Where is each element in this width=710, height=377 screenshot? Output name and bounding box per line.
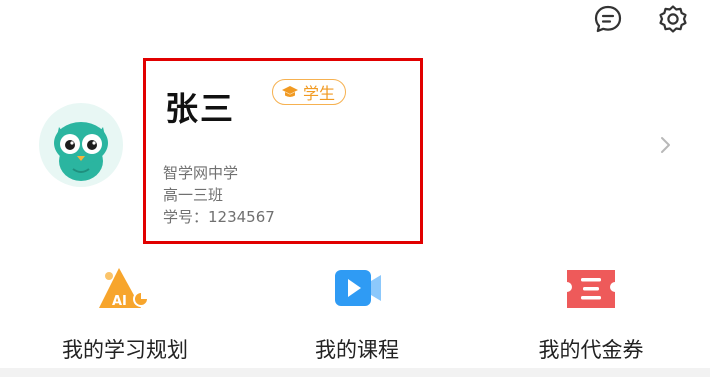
profile-card[interactable]: 张三 学生 智学网中学 高一三班 学号：1234567 <box>143 58 423 244</box>
shortcut-label: 我的代金券 <box>538 338 644 362</box>
shortcut-my-courses[interactable]: 我的课程 <box>272 264 442 364</box>
svg-text:AI: AI <box>112 294 127 309</box>
voucher-ticket-icon <box>561 264 621 316</box>
shortcut-learning-plan[interactable]: AI 我的学习规划 <box>40 264 210 364</box>
graduation-cap-icon <box>282 86 298 97</box>
message-bubble-icon[interactable] <box>591 2 625 36</box>
gear-icon[interactable] <box>656 2 690 36</box>
shortcut-label: 我的学习规划 <box>62 338 188 362</box>
shortcut-my-vouchers[interactable]: 我的代金券 <box>506 264 676 364</box>
role-badge: 学生 <box>272 79 347 105</box>
ai-learning-plan-icon: AI <box>95 264 155 316</box>
role-badge-label: 学生 <box>303 84 336 103</box>
school-name: 智学网中学 <box>163 164 239 182</box>
shortcut-label: 我的课程 <box>315 338 399 362</box>
video-course-icon <box>327 264 387 316</box>
user-name: 张三 <box>165 89 235 128</box>
student-id: 学号：1234567 <box>163 208 275 226</box>
chevron-right-icon[interactable] <box>658 132 674 158</box>
avatar[interactable] <box>39 103 123 187</box>
bottom-divider <box>0 368 710 377</box>
owl-avatar-icon <box>54 122 108 181</box>
class-name: 高一三班 <box>163 186 224 204</box>
